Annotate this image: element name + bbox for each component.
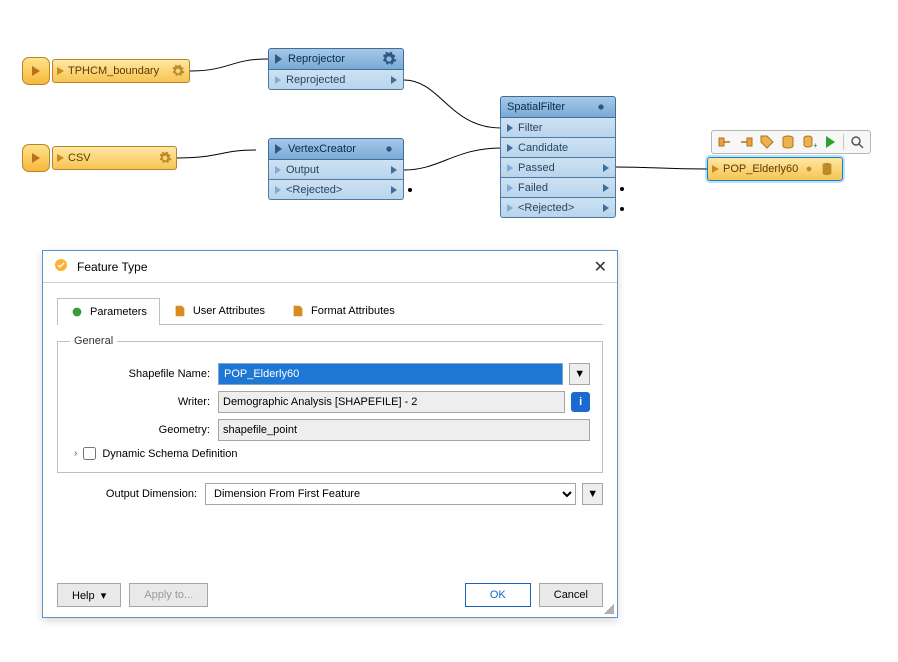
output-handle[interactable] [603, 164, 609, 172]
tag-icon[interactable] [759, 134, 775, 150]
help-button[interactable]: Help ▾ [57, 583, 121, 607]
svg-text:+: + [813, 141, 817, 150]
connect-icon-2[interactable] [738, 134, 754, 150]
port-icon [507, 204, 513, 212]
port-icon [275, 166, 281, 174]
output-dimension-select[interactable]: Dimension From First Feature [205, 483, 576, 505]
dynamic-schema-checkbox[interactable] [83, 447, 96, 460]
reader-csv-label: CSV [68, 152, 91, 164]
output-handle[interactable] [603, 184, 609, 192]
transformer-reprojector[interactable]: Reprojector Reprojected [268, 48, 404, 90]
terminator-dot [620, 187, 624, 191]
inspect-icon[interactable] [849, 134, 865, 150]
terminator-dot [408, 188, 412, 192]
gear-icon[interactable] [802, 162, 816, 176]
port-icon [507, 184, 513, 192]
port-icon [507, 144, 513, 152]
close-icon[interactable]: ✕ [594, 257, 607, 277]
label-geometry: Geometry: [70, 424, 210, 436]
output-port-icon [57, 154, 64, 162]
transformer-title: Reprojector [288, 53, 345, 65]
writer-pop-elderly60[interactable]: POP_Elderly60 [707, 157, 843, 181]
dialog-icon [53, 257, 69, 276]
cancel-button[interactable]: Cancel [539, 583, 603, 607]
label-output-dimension: Output Dimension: [57, 488, 197, 500]
output-handle[interactable] [391, 166, 397, 174]
dataset-add-icon[interactable]: + [801, 134, 817, 150]
gear-icon[interactable] [593, 99, 609, 115]
info-button[interactable]: i [571, 392, 590, 412]
input-port-icon [712, 165, 719, 173]
tab-format-attributes[interactable]: Format Attributes [278, 297, 408, 324]
gear-icon[interactable] [171, 64, 185, 78]
input-port-icon[interactable] [275, 144, 282, 154]
dialog-title: Feature Type [77, 260, 148, 274]
transformer-title: VertexCreator [288, 143, 356, 155]
attr-icon [173, 304, 187, 318]
gear-icon [70, 305, 84, 319]
port-icon [507, 164, 513, 172]
writer-select[interactable]: Demographic Analysis [SHAPEFILE] - 2 [218, 391, 565, 413]
transformer-vertexcreator[interactable]: VertexCreator Output <Rejected> [268, 138, 404, 200]
port-failed[interactable]: Failed [500, 178, 616, 198]
dynamic-schema-row[interactable]: › Dynamic Schema Definition [74, 447, 590, 460]
output-handle[interactable] [603, 204, 609, 212]
run-icon[interactable] [822, 134, 838, 150]
output-handle[interactable] [391, 186, 397, 194]
transformer-title: SpatialFilter [507, 101, 565, 113]
port-candidate[interactable]: Candidate [500, 138, 616, 158]
label-shapefile-name: Shapefile Name: [70, 368, 210, 380]
terminator-dot [620, 207, 624, 211]
ok-button[interactable]: OK [465, 583, 531, 607]
resize-grip[interactable] [604, 604, 614, 614]
dataset-icon[interactable] [780, 134, 796, 150]
shapefile-name-input[interactable] [218, 363, 563, 385]
gear-icon[interactable] [381, 141, 397, 157]
port-reprojected[interactable]: Reprojected [268, 70, 404, 90]
reader-badge-tphcm[interactable] [22, 57, 50, 85]
dialog-titlebar[interactable]: Feature Type ✕ [43, 251, 617, 283]
geometry-select[interactable]: shapefile_point [218, 419, 590, 441]
reader-badge-csv[interactable] [22, 144, 50, 172]
general-fieldset: General Shapefile Name: ▼ Writer: Demogr… [57, 335, 603, 473]
port-output[interactable]: Output [268, 160, 404, 180]
options-dropdown-button[interactable]: ▼ [569, 363, 590, 385]
input-port-icon[interactable] [275, 54, 282, 64]
output-handle[interactable] [391, 76, 397, 84]
tab-parameters[interactable]: Parameters [57, 298, 160, 325]
port-rejected[interactable]: <Rejected> [268, 180, 404, 200]
output-port-icon [57, 67, 64, 75]
db-icon[interactable] [820, 162, 834, 176]
reader-csv[interactable]: CSV [52, 146, 177, 170]
attr-icon [291, 304, 305, 318]
transformer-spatialfilter[interactable]: SpatialFilter Filter Candidate Passed Fa… [500, 96, 616, 218]
port-icon [275, 186, 281, 194]
apply-to-button[interactable]: Apply to... [129, 583, 208, 607]
gear-icon[interactable] [381, 51, 397, 67]
port-filter[interactable]: Filter [500, 118, 616, 138]
options-dropdown-button[interactable]: ▼ [582, 483, 603, 505]
port-icon [275, 76, 281, 84]
feature-type-dialog: Feature Type ✕ Parameters User Attribute… [42, 250, 618, 618]
separator [843, 134, 844, 150]
chevron-right-icon: › [74, 448, 77, 459]
tab-user-attributes[interactable]: User Attributes [160, 297, 278, 324]
port-icon [507, 124, 513, 132]
label-writer: Writer: [70, 396, 210, 408]
dynamic-schema-label: Dynamic Schema Definition [102, 448, 237, 460]
writer-label: POP_Elderly60 [723, 163, 798, 175]
reader-tphcm[interactable]: TPHCM_boundary [52, 59, 190, 83]
port-rejected[interactable]: <Rejected> [500, 198, 616, 218]
connect-icon[interactable] [717, 134, 733, 150]
reader-tphcm-label: TPHCM_boundary [68, 65, 159, 77]
gear-icon[interactable] [158, 151, 172, 165]
tab-bar: Parameters User Attributes Format Attrib… [57, 297, 603, 325]
node-toolbar: + [711, 130, 871, 154]
port-passed[interactable]: Passed [500, 158, 616, 178]
fieldset-legend: General [70, 335, 117, 347]
